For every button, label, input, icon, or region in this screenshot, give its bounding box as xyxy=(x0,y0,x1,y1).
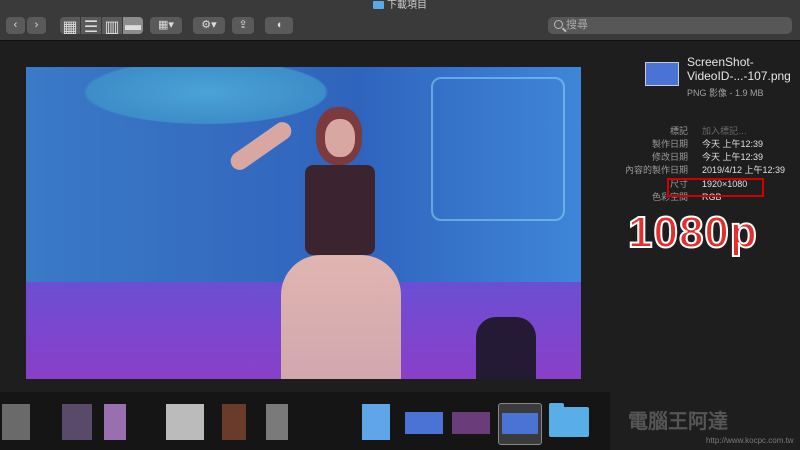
watermark-logo: 電腦王阿達 xyxy=(628,411,728,433)
stage-decoration xyxy=(431,77,565,221)
icon-view-button[interactable]: ▦ xyxy=(60,17,80,36)
back-button[interactable]: ‹ xyxy=(6,17,25,34)
guitarist-silhouette xyxy=(476,317,536,379)
title-bar: 下載項目 xyxy=(0,0,800,12)
list-icon: ☰ xyxy=(83,19,99,36)
group-icon: ▦▾ xyxy=(158,19,174,31)
share-icon: ⇪ xyxy=(238,19,248,31)
thumbnail-item-selected[interactable] xyxy=(498,403,542,445)
window-title: 下載項目 xyxy=(0,0,800,12)
search-field[interactable]: 搜尋 xyxy=(548,17,792,34)
thumbnail-item[interactable] xyxy=(405,412,443,434)
file-name: ScreenShot-VideoID-...-107.png xyxy=(687,55,791,83)
thumbnail-item[interactable] xyxy=(362,404,390,440)
chevron-left-icon: ‹ xyxy=(13,19,18,31)
list-view-button[interactable]: ☰ xyxy=(81,17,101,36)
group-button[interactable]: ▦▾ xyxy=(150,17,182,34)
tag-button[interactable]: ◖ xyxy=(265,17,293,34)
thumbnail-item[interactable] xyxy=(452,412,490,434)
thumbnail-item[interactable] xyxy=(62,404,92,440)
resolution-annotation: 1080p xyxy=(627,207,758,258)
folder-thumbnail-icon[interactable] xyxy=(549,403,589,437)
meta-row-created: 製作日期 今天 上午12:39 xyxy=(651,139,764,149)
forward-button[interactable]: › xyxy=(27,17,46,34)
search-icon xyxy=(554,20,563,29)
file-thumbnail-icon xyxy=(645,62,679,86)
grid-icon: ▦ xyxy=(62,19,78,36)
gallery-view-button[interactable]: ▬ xyxy=(123,17,143,34)
chevron-right-icon: › xyxy=(34,19,39,31)
dimensions-highlight-box xyxy=(667,178,764,197)
thumbnail-item[interactable] xyxy=(166,404,204,440)
meta-row-content-created: 內容的製作日期 2019/4/12 上午12:39 xyxy=(624,165,786,175)
tag-icon: ◖ xyxy=(275,19,283,31)
thumbnail-item[interactable] xyxy=(104,404,126,440)
columns-icon: ▥ xyxy=(104,19,120,36)
column-view-button[interactable]: ▥ xyxy=(102,17,122,36)
share-button[interactable]: ⇪ xyxy=(232,17,254,34)
image-preview[interactable] xyxy=(26,67,581,379)
thumbnail-item[interactable] xyxy=(266,404,288,440)
add-tag-field[interactable]: 加入標記… xyxy=(702,125,747,138)
folder-icon xyxy=(373,1,384,9)
meta-row-tags[interactable]: 標記 加入標記… xyxy=(620,125,800,138)
file-kind-size: PNG 影像 - 1.9 MB xyxy=(687,88,764,98)
meta-row-modified: 修改日期 今天 上午12:39 xyxy=(651,152,764,162)
gallery-icon: ▬ xyxy=(125,17,141,34)
search-placeholder: 搜尋 xyxy=(566,19,588,31)
thumbnail-item[interactable] xyxy=(222,404,246,440)
watermark-url: http://www.kocpc.com.tw xyxy=(706,436,794,445)
singer-figure xyxy=(227,107,401,379)
action-button[interactable]: ⚙▾ xyxy=(193,17,225,34)
gear-icon: ⚙▾ xyxy=(201,19,217,31)
thumbnail-item[interactable] xyxy=(2,404,30,440)
